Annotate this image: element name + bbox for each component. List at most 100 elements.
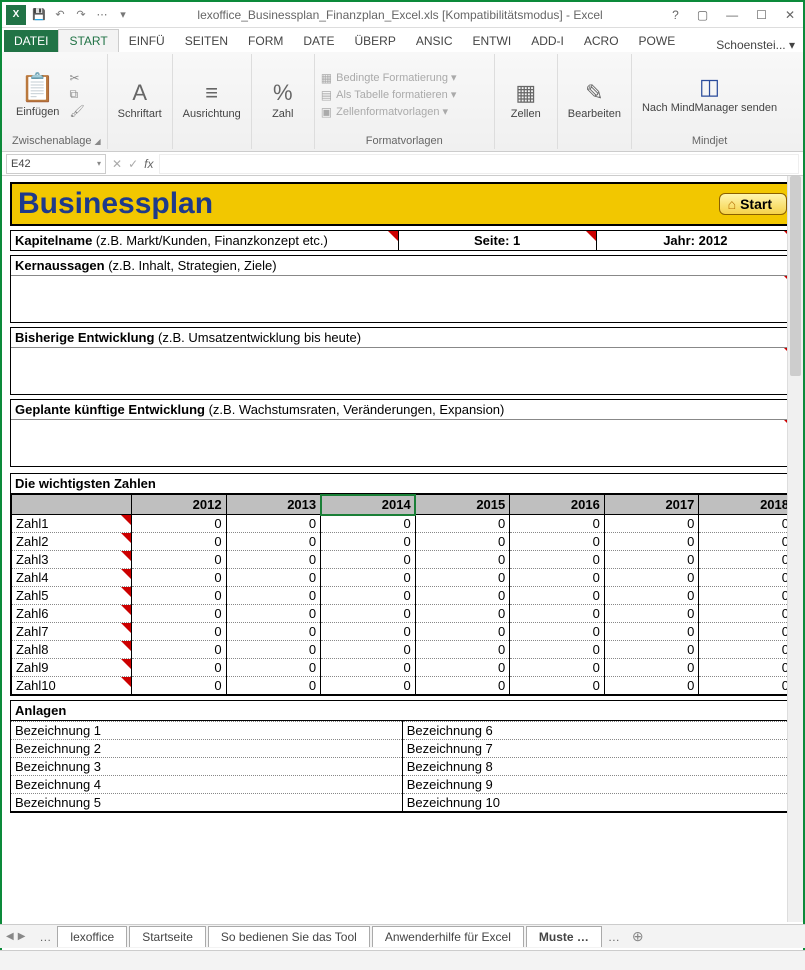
data-cell[interactable]: 0 bbox=[415, 569, 510, 587]
cancel-formula-icon[interactable]: ✕ bbox=[112, 157, 122, 171]
help-icon[interactable]: ? bbox=[668, 8, 683, 22]
row-label[interactable]: Zahl7 bbox=[12, 623, 132, 641]
cell-styles-button[interactable]: ▣Zellenformatvorlagen ▾ bbox=[321, 105, 457, 119]
data-cell[interactable]: 0 bbox=[226, 605, 321, 623]
number-button[interactable]: %Zahl bbox=[258, 78, 308, 122]
data-cell[interactable]: 0 bbox=[415, 551, 510, 569]
anlage-cell[interactable]: Bezeichnung 5 bbox=[11, 794, 402, 812]
data-cell[interactable]: 0 bbox=[510, 641, 605, 659]
tab-pagelayout[interactable]: SEITEN bbox=[175, 30, 238, 52]
row-label[interactable]: Zahl8 bbox=[12, 641, 132, 659]
data-cell[interactable]: 0 bbox=[321, 677, 416, 695]
data-cell[interactable]: 0 bbox=[604, 569, 699, 587]
row-label[interactable]: Zahl6 bbox=[12, 605, 132, 623]
data-cell[interactable]: 0 bbox=[510, 515, 605, 533]
tab-view[interactable]: ANSIC bbox=[406, 30, 463, 52]
copy-icon[interactable]: ⧉ bbox=[69, 87, 84, 102]
data-cell[interactable]: 0 bbox=[321, 587, 416, 605]
format-painter-icon[interactable]: 🖌 bbox=[69, 104, 84, 118]
kernaussagen-header[interactable]: Kernaussagen (z.B. Inhalt, Strategien, Z… bbox=[11, 256, 794, 276]
vertical-scrollbar[interactable] bbox=[787, 176, 803, 922]
sheet-tab[interactable]: Anwenderhilfe für Excel bbox=[372, 926, 524, 947]
accept-formula-icon[interactable]: ✓ bbox=[128, 157, 138, 171]
qat-dropdown-icon[interactable]: ▾ bbox=[114, 6, 132, 24]
data-cell[interactable]: 0 bbox=[226, 587, 321, 605]
close-icon[interactable]: ✕ bbox=[781, 8, 799, 22]
year-col[interactable]: 2016 bbox=[510, 495, 605, 515]
tab-acrobat[interactable]: ACRO bbox=[574, 30, 629, 52]
data-cell[interactable]: 0 bbox=[510, 677, 605, 695]
cells-button[interactable]: ▦Zellen bbox=[501, 78, 551, 122]
data-cell[interactable]: 0 bbox=[226, 659, 321, 677]
name-box[interactable]: E42▾ bbox=[6, 154, 106, 174]
data-cell[interactable]: 0 bbox=[321, 641, 416, 659]
new-sheet-icon[interactable]: ⊕ bbox=[626, 928, 650, 945]
jahr-cell[interactable]: Jahr: 2012 bbox=[597, 231, 794, 250]
fx-icon[interactable]: fx bbox=[144, 157, 153, 171]
anlage-cell[interactable]: Bezeichnung 1 bbox=[11, 722, 402, 740]
data-cell[interactable]: 0 bbox=[699, 605, 794, 623]
data-cell[interactable]: 0 bbox=[699, 569, 794, 587]
namebox-dropdown-icon[interactable]: ▾ bbox=[97, 159, 101, 168]
anlage-cell[interactable]: Bezeichnung 10 bbox=[402, 794, 793, 812]
kapitel-cell[interactable]: Kapitelname (z.B. Markt/Kunden, Finanzko… bbox=[11, 231, 399, 250]
tab-addins[interactable]: ADD-I bbox=[521, 30, 574, 52]
mindmanager-button[interactable]: ◫Nach MindManager senden bbox=[638, 72, 781, 116]
tab-review[interactable]: ÜBERP bbox=[344, 30, 405, 52]
data-cell[interactable]: 0 bbox=[415, 587, 510, 605]
data-cell[interactable]: 0 bbox=[321, 551, 416, 569]
data-cell[interactable]: 0 bbox=[699, 515, 794, 533]
anlage-cell[interactable]: Bezeichnung 6 bbox=[402, 722, 793, 740]
year-col[interactable]: 2015 bbox=[415, 495, 510, 515]
tab-data[interactable]: DATE bbox=[293, 30, 344, 52]
redo-icon[interactable]: ↷ bbox=[72, 6, 90, 24]
data-cell[interactable]: 0 bbox=[699, 677, 794, 695]
row-label[interactable]: Zahl5 bbox=[12, 587, 132, 605]
data-cell[interactable]: 0 bbox=[132, 551, 227, 569]
row-label[interactable]: Zahl3 bbox=[12, 551, 132, 569]
sheet-tab[interactable]: lexoffice bbox=[57, 926, 127, 947]
data-cell[interactable]: 0 bbox=[415, 659, 510, 677]
row-label[interactable]: Zahl2 bbox=[12, 533, 132, 551]
data-cell[interactable]: 0 bbox=[604, 587, 699, 605]
data-cell[interactable]: 0 bbox=[321, 659, 416, 677]
year-col[interactable]: 2012 bbox=[132, 495, 227, 515]
data-cell[interactable]: 0 bbox=[699, 587, 794, 605]
data-cell[interactable]: 0 bbox=[321, 515, 416, 533]
data-cell[interactable]: 0 bbox=[226, 641, 321, 659]
sheet-tab-active[interactable]: Muste … bbox=[526, 926, 602, 947]
cut-icon[interactable]: ✂ bbox=[69, 71, 84, 85]
data-cell[interactable]: 0 bbox=[510, 659, 605, 677]
save-icon[interactable]: 💾 bbox=[30, 6, 48, 24]
data-cell[interactable]: 0 bbox=[321, 623, 416, 641]
bisherige-header[interactable]: Bisherige Entwicklung (z.B. Umsatzentwic… bbox=[11, 328, 794, 348]
data-cell[interactable]: 0 bbox=[604, 659, 699, 677]
geplante-body[interactable] bbox=[11, 420, 794, 466]
data-cell[interactable]: 0 bbox=[510, 587, 605, 605]
formula-input[interactable] bbox=[159, 154, 799, 174]
data-cell[interactable]: 0 bbox=[604, 605, 699, 623]
data-cell[interactable]: 0 bbox=[226, 515, 321, 533]
format-as-table-button[interactable]: ▤Als Tabelle formatieren ▾ bbox=[321, 88, 457, 102]
data-cell[interactable]: 0 bbox=[699, 533, 794, 551]
data-cell[interactable]: 0 bbox=[226, 677, 321, 695]
maximize-icon[interactable]: ☐ bbox=[752, 8, 771, 22]
conditional-formatting-button[interactable]: ▦Bedingte Formatierung ▾ bbox=[321, 71, 457, 85]
data-cell[interactable]: 0 bbox=[132, 677, 227, 695]
data-cell[interactable]: 0 bbox=[321, 533, 416, 551]
anlage-cell[interactable]: Bezeichnung 9 bbox=[402, 776, 793, 794]
data-cell[interactable]: 0 bbox=[226, 551, 321, 569]
data-cell[interactable]: 0 bbox=[604, 515, 699, 533]
tab-insert[interactable]: EINFÜ bbox=[119, 30, 175, 52]
data-cell[interactable]: 0 bbox=[699, 659, 794, 677]
data-cell[interactable]: 0 bbox=[415, 533, 510, 551]
data-cell[interactable]: 0 bbox=[415, 641, 510, 659]
sheet-nav-next-icon[interactable]: ▶ bbox=[18, 931, 26, 942]
account-name[interactable]: Schoenstei... ▾ bbox=[716, 38, 795, 52]
data-cell[interactable]: 0 bbox=[415, 677, 510, 695]
data-cell[interactable]: 0 bbox=[510, 533, 605, 551]
sheet-nav-prev-icon[interactable]: ◀ bbox=[6, 931, 14, 942]
sheet-overflow-right[interactable]: … bbox=[604, 930, 624, 944]
anlage-cell[interactable]: Bezeichnung 2 bbox=[11, 740, 402, 758]
seite-cell[interactable]: Seite: 1 bbox=[399, 231, 597, 250]
